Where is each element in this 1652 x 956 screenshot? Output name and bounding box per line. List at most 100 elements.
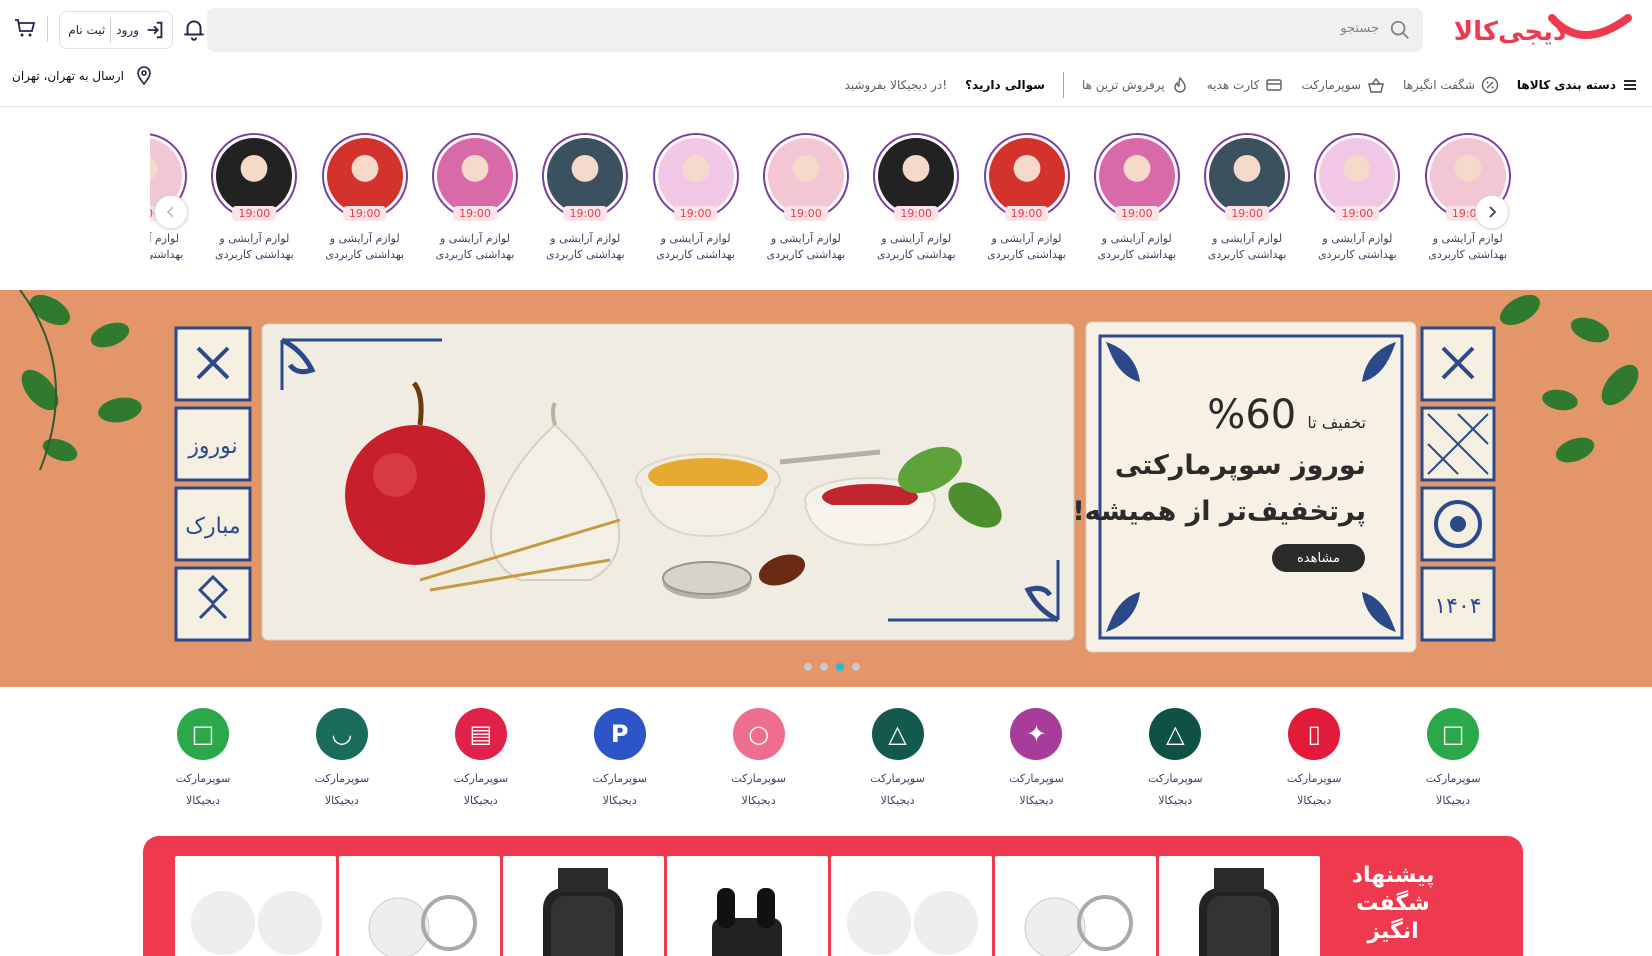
chevron-left-icon <box>166 206 174 218</box>
story-caption-line2: بهداشتی کاربردی <box>987 248 1066 261</box>
story-caption-line1: لوازم آرایشی و <box>1432 232 1503 245</box>
chevron-right-icon <box>1489 206 1497 218</box>
category-item[interactable]: □ سوپرمارکت دیجیکالا <box>148 708 258 812</box>
story-caption-line2: بهداشتی کاربردی <box>656 248 735 261</box>
category-label-line2: دیجیکالا <box>1019 794 1054 807</box>
banner-pagination <box>804 663 860 671</box>
story-item[interactable]: 19:00 لوازم آرایشی و بهداشتی کاربردی <box>646 133 746 263</box>
pagination-dot-active[interactable] <box>836 663 844 671</box>
search-icon <box>1390 20 1409 39</box>
nav-faq[interactable]: سوالی دارید؟ <box>965 78 1045 92</box>
amazing-product-card[interactable] <box>339 856 500 956</box>
story-item[interactable]: 19:00 لوازم آرایشی و بهداشتی کاربردی <box>535 133 635 263</box>
stories-next-button[interactable] <box>1475 195 1509 229</box>
story-item[interactable]: 19:00 لوازم آرایشی و بهداشتی کاربردی <box>866 133 966 263</box>
category-item[interactable]: △ سوپرمارکت دیجیکالا <box>1120 708 1230 812</box>
cart-icon[interactable] <box>13 16 37 40</box>
banner-discount-prefix: تخفیف تا <box>1307 413 1366 432</box>
story-item[interactable]: 19:00 لوازم آرایشی و بهداشتی کاربردی <box>1087 133 1187 263</box>
login-register-button[interactable]: ورود ثبت نام <box>59 11 173 49</box>
nav-item-bestsellers[interactable]: پرفروش ترین ها <box>1082 76 1189 94</box>
story-caption-line1: لوازم آرایشی و <box>660 232 731 245</box>
banner-view-button[interactable]: مشاهده <box>1272 544 1365 572</box>
category-label-line2: دیجیکالا <box>185 794 221 807</box>
story-avatar: 19:00 <box>652 133 739 221</box>
story-caption-line2: بهداشتی کاربردی <box>1097 248 1177 261</box>
story-caption-line1: لوازم آرایشی و <box>1101 232 1172 245</box>
story-caption: لوازم آرایشی و بهداشتی کاربردی <box>150 231 194 263</box>
category-icon-circle: △ <box>1149 708 1202 760</box>
login-icon <box>147 21 163 39</box>
nav-faq-label: سوالی دارید؟ <box>965 78 1045 92</box>
category-label-line2: دیجیکالا <box>602 794 637 807</box>
category-label: سوپرمارکت دیجیکالا <box>148 768 258 812</box>
amazing-product-card[interactable] <box>1159 856 1320 956</box>
tent-icon: △ <box>888 720 907 748</box>
nav-item-supermarket[interactable]: سوپرمارکت <box>1301 76 1385 94</box>
location-selector[interactable]: ارسال به تهران، تهران <box>12 66 154 86</box>
pagination-dot[interactable] <box>852 663 860 671</box>
search-bar[interactable]: جستجو <box>207 8 1423 52</box>
story-item[interactable]: 19:00 لوازم آرایشی و بهداشتی کاربردی <box>1307 133 1407 263</box>
nav-categories[interactable]: دسته بندی کالاها <box>1517 77 1638 93</box>
story-caption: لوازم آرایشی و بهداشتی کاربردی <box>535 231 635 263</box>
category-item[interactable]: P سوپرمارکت دیجیکالا <box>565 708 675 812</box>
story-avatar: 19:00 <box>542 133 629 221</box>
hero-banner[interactable]: نوروز مبارک ۱۴۰۴ <box>0 290 1652 687</box>
amazing-product-card[interactable] <box>667 856 828 956</box>
category-item[interactable]: △ سوپرمارکت دیجیکالا <box>843 708 953 812</box>
amazing-product-card[interactable] <box>503 856 664 956</box>
story-caption: لوازم آرایشی و بهداشتی کاربردی <box>425 231 525 263</box>
nav-item-amazing[interactable]: شگفت انگیزها <box>1403 76 1499 94</box>
product-image <box>503 856 664 956</box>
category-icon-circle: ○ <box>732 708 785 760</box>
amazing-offers-title[interactable]: پیشنهاد شگفت انگیز <box>1333 862 1453 946</box>
story-avatar: 19:00 <box>873 133 960 221</box>
story-thumbnail <box>1319 138 1396 214</box>
nav-sell-label: در دیجیکالا بفروشید! <box>844 78 948 92</box>
ring-icon: ○ <box>748 720 770 748</box>
pagination-dot[interactable] <box>820 663 828 671</box>
digikala-logo[interactable]: دیجی‌کالا <box>1440 10 1640 50</box>
nav-item-gift-card[interactable]: کارت هدیه <box>1207 76 1284 94</box>
story-caption: لوازم آرایشی و بهداشتی کاربردی <box>756 231 856 263</box>
story-time: 19:00 <box>1225 206 1269 221</box>
banner-artwork: نوروز مبارک ۱۴۰۴ <box>0 290 1652 687</box>
category-icon-circle: ✦ <box>1010 708 1063 760</box>
story-item[interactable]: 19:00 لوازم آرایشی و بهداشتی کاربردی <box>977 133 1077 263</box>
percent-icon <box>1481 76 1499 94</box>
category-label-line1: سوپرمارکت <box>1286 772 1342 785</box>
story-item[interactable]: 19:00 لوازم آرایشی و بهداشتی کاربردی <box>756 133 856 263</box>
story-thumbnail <box>326 138 403 214</box>
category-item[interactable]: ◡ سوپرمارکت دیجیکالا <box>287 708 397 812</box>
story-item[interactable]: 19:00 لوازم آرایشی و بهداشتی کاربردی <box>315 133 415 263</box>
stories-prev-button[interactable] <box>154 195 188 229</box>
story-caption: لوازم آرایشی و بهداشتی کاربردی <box>646 231 746 263</box>
notification-bell-icon[interactable] <box>181 16 207 42</box>
category-icon-circle: ◡ <box>315 708 368 760</box>
tile-word-nowruz: نوروز <box>187 434 237 459</box>
story-caption-line2: بهداشتی کاربردی <box>1428 248 1508 261</box>
category-item[interactable]: ✦ سوپرمارکت دیجیکالا <box>981 708 1091 812</box>
category-item[interactable]: ▯ سوپرمارکت دیجیکالا <box>1259 708 1369 812</box>
story-item[interactable]: 19:00 لوازم آرایشی و بهداشتی کاربردی <box>1197 133 1297 263</box>
pagination-dot[interactable] <box>804 663 812 671</box>
amazing-product-card[interactable] <box>175 856 336 956</box>
nav-sell[interactable]: در دیجیکالا بفروشید! <box>845 78 948 92</box>
phone-icon: ▯ <box>1307 720 1321 748</box>
category-label-line2: دیجیکالا <box>463 794 498 807</box>
amazing-product-card[interactable] <box>831 856 992 956</box>
category-item[interactable]: □ سوپرمارکت دیجیکالا <box>1398 708 1508 812</box>
story-item[interactable]: 19:00 لوازم آرایشی و بهداشتی کاربردی <box>204 133 304 263</box>
sparkle-icon: ✦ <box>1026 720 1047 748</box>
story-item[interactable]: 19:00 لوازم آرایشی و بهداشتی کاربردی <box>425 133 525 263</box>
story-caption-line1: لوازم آرایشی و <box>991 232 1062 245</box>
category-item[interactable]: ○ سوپرمارکت دیجیکالا <box>704 708 814 812</box>
category-icon-circle: △ <box>871 708 924 760</box>
menu-icon <box>1624 80 1636 90</box>
story-caption-line1: لوازم آرایشی و <box>440 232 510 245</box>
category-item[interactable]: ▤ سوپرمارکت دیجیکالا <box>426 708 536 812</box>
category-label-line1: سوپرمارکت <box>314 772 370 785</box>
amazing-product-card[interactable] <box>995 856 1156 956</box>
category-label-line1: سوپرمارکت <box>175 772 231 785</box>
